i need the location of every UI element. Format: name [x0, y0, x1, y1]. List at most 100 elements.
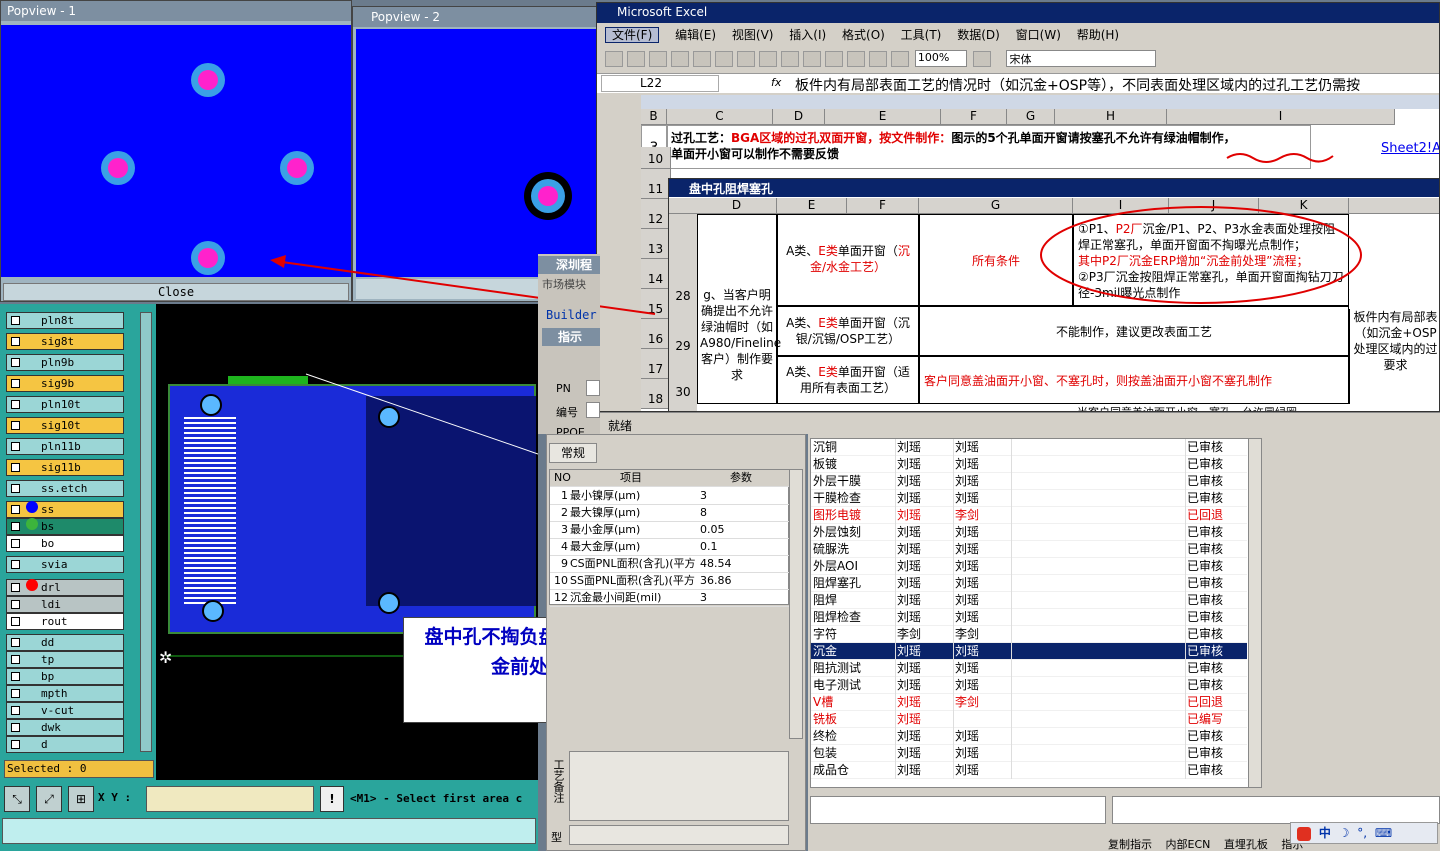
menu-data[interactable]: 数据(D): [957, 28, 1000, 42]
layer-mpth[interactable]: mpth: [6, 685, 124, 702]
col-F[interactable]: F: [847, 198, 919, 214]
process-row[interactable]: 外层蚀刻 刘瑶 刘瑶 已审核: [811, 524, 1247, 541]
close-button[interactable]: Close: [3, 283, 349, 301]
param-row[interactable]: 4 最大金厚(μm) 0.1: [550, 539, 790, 556]
layer-pln10t[interactable]: pln10t: [6, 396, 124, 413]
process-row[interactable]: 外层干膜 刘瑶 刘瑶 已审核: [811, 473, 1247, 490]
menu-file[interactable]: 文件(F): [605, 27, 660, 43]
layer-d[interactable]: d: [6, 736, 124, 753]
row-header-12[interactable]: 12: [641, 199, 671, 229]
row-header-29[interactable]: 29: [671, 339, 695, 353]
tab-buried-via[interactable]: 直埋孔板: [1224, 838, 1268, 851]
layer-checkbox[interactable]: [11, 706, 20, 715]
row30-g-cell[interactable]: 客户同意盖油面开小窗、不塞孔时，则按盖油面开小窗不塞孔制作: [919, 356, 1349, 404]
process-row[interactable]: 干膜检查 刘瑶 刘瑶 已审核: [811, 490, 1247, 507]
sort-icon[interactable]: [869, 50, 887, 67]
cut-icon[interactable]: [737, 50, 755, 67]
layer-checkbox[interactable]: [11, 316, 20, 325]
zoom-grid-icon[interactable]: ⊞: [68, 786, 94, 812]
process-row[interactable]: 阻焊塞孔 刘瑶 刘瑶 已审核: [811, 575, 1247, 592]
row-header-30[interactable]: 30: [671, 385, 695, 399]
layer-svia[interactable]: svia: [6, 556, 124, 573]
layer-sig10t[interactable]: sig10t: [6, 417, 124, 434]
param-row[interactable]: 10 SS面PNL面积(含孔)(平方 36.86: [550, 573, 790, 590]
row29-g-cell[interactable]: 不能制作，建议更改表面工艺: [919, 306, 1349, 356]
param-row[interactable]: 2 最大镍厚(μm) 8: [550, 505, 790, 522]
col-D[interactable]: D: [697, 198, 777, 214]
code-input[interactable]: [586, 402, 600, 418]
process-input-right[interactable]: [1112, 796, 1440, 824]
layer-tp[interactable]: tp: [6, 651, 124, 668]
row28-e-cell[interactable]: A类、E类单面开窗（沉金/水金工艺）: [777, 214, 919, 306]
redo-icon[interactable]: [825, 50, 843, 67]
process-row[interactable]: 板镀 刘瑶 刘瑶 已审核: [811, 456, 1247, 473]
layer-checkbox[interactable]: [11, 400, 20, 409]
process-row[interactable]: 终检 刘瑶 刘瑶 已审核: [811, 728, 1247, 745]
menu-edit[interactable]: 编辑(E): [675, 28, 716, 42]
save-icon[interactable]: [649, 50, 667, 67]
col-header-F[interactable]: F: [941, 109, 1007, 125]
layer-drl[interactable]: drl: [6, 579, 124, 596]
process-row[interactable]: 沉铜 刘瑶 刘瑶 已审核: [811, 439, 1247, 456]
layer-checkbox[interactable]: [11, 723, 20, 732]
layer-ss-etch[interactable]: ss.etch: [6, 480, 124, 497]
row-header-28[interactable]: 28: [671, 289, 695, 303]
layer-pln11b[interactable]: pln11b: [6, 438, 124, 455]
row-header-17[interactable]: 17: [641, 349, 671, 379]
pn-input[interactable]: [586, 380, 600, 396]
layer-checkbox[interactable]: [11, 689, 20, 698]
param-row[interactable]: 12 沉金最小间距(mil) 3: [550, 590, 790, 607]
layer-checkbox[interactable]: [11, 358, 20, 367]
layer-bo[interactable]: bo: [6, 535, 124, 552]
layer-checkbox[interactable]: [11, 522, 20, 531]
col-E[interactable]: E: [777, 198, 847, 214]
layer-ss[interactable]: ss: [6, 501, 124, 518]
row-header-14[interactable]: 14: [641, 259, 671, 289]
formula-input[interactable]: 板件内有局部表面工艺的情况时（如沉金+OSP等），不同表面处理区域内的过孔工艺仍…: [795, 75, 1439, 95]
process-row[interactable]: 阻焊 刘瑶 刘瑶 已审核: [811, 592, 1247, 609]
col-header-C[interactable]: C: [667, 109, 773, 125]
layer-checkbox[interactable]: [11, 655, 20, 664]
col-header-B[interactable]: B: [641, 109, 667, 125]
paste-icon[interactable]: [781, 50, 799, 67]
layer-checkbox[interactable]: [11, 539, 20, 548]
tab-copy-instruction[interactable]: 复制指示: [1108, 838, 1152, 851]
undo-icon[interactable]: [803, 50, 821, 67]
row28-d-cell[interactable]: g、当客户明确提出不允许绿油帽时（如A980/Fineline客户）制作要求: [697, 214, 781, 404]
layer-ldi[interactable]: ldi: [6, 596, 124, 613]
col-header-G[interactable]: G: [1007, 109, 1055, 125]
tab-general[interactable]: 常规: [549, 443, 597, 463]
layer-dd[interactable]: dd: [6, 634, 124, 651]
row31-g-cell[interactable]: 当客户同意盖油面开小窗、塞孔、允许冒绿圈: [1073, 404, 1349, 411]
row29-e-cell[interactable]: A类、E类单面开窗（沉银/沉锡/OSP工艺）: [777, 306, 919, 356]
layer-bp[interactable]: bp: [6, 668, 124, 685]
row-header-18[interactable]: 18: [641, 379, 671, 409]
row10-text[interactable]: 过孔工艺：BGA区域的过孔双面开窗，按文件制作：图示的5个孔单面开窗请按塞孔不允…: [667, 125, 1311, 169]
tab-internal-ecn[interactable]: 内部ECN: [1166, 838, 1211, 851]
param-row[interactable]: 9 CS面PNL面积(含孔)(平方 48.54: [550, 556, 790, 573]
new-icon[interactable]: [605, 50, 623, 67]
col-header-D[interactable]: D: [773, 109, 825, 125]
copy-icon[interactable]: [759, 50, 777, 67]
layer-pln9b[interactable]: pln9b: [6, 354, 124, 371]
row-header-10[interactable]: 10: [641, 147, 671, 169]
process-row[interactable]: V槽 刘瑶 李剑 已回退: [811, 694, 1247, 711]
menu-format[interactable]: 格式(O): [842, 28, 885, 42]
param-row[interactable]: 1 最小镍厚(μm) 3: [550, 488, 790, 505]
row-header-15[interactable]: 15: [641, 289, 671, 319]
layer-checkbox[interactable]: [11, 463, 20, 472]
process-row[interactable]: 电子测试 刘瑶 刘瑶 已审核: [811, 677, 1247, 694]
open-icon[interactable]: [627, 50, 645, 67]
help-icon[interactable]: [972, 50, 991, 67]
layer-checkbox[interactable]: [11, 600, 20, 609]
process-row[interactable]: 字符 李剑 李剑 已审核: [811, 626, 1247, 643]
menu-window[interactable]: 窗口(W): [1016, 28, 1061, 42]
process-row[interactable]: 成品仓 刘瑶 刘瑶 已审核: [811, 762, 1247, 779]
process-row[interactable]: 阻焊检查 刘瑶 刘瑶 已审核: [811, 609, 1247, 626]
type-input[interactable]: [569, 825, 789, 845]
zoom-box[interactable]: 100%: [914, 50, 967, 67]
row30-e-cell[interactable]: A类、E类单面开窗（适用所有表面工艺）: [777, 356, 919, 404]
layer-sig11b[interactable]: sig11b: [6, 459, 124, 476]
layer-checkbox[interactable]: [11, 672, 20, 681]
col-header-E[interactable]: E: [825, 109, 941, 125]
